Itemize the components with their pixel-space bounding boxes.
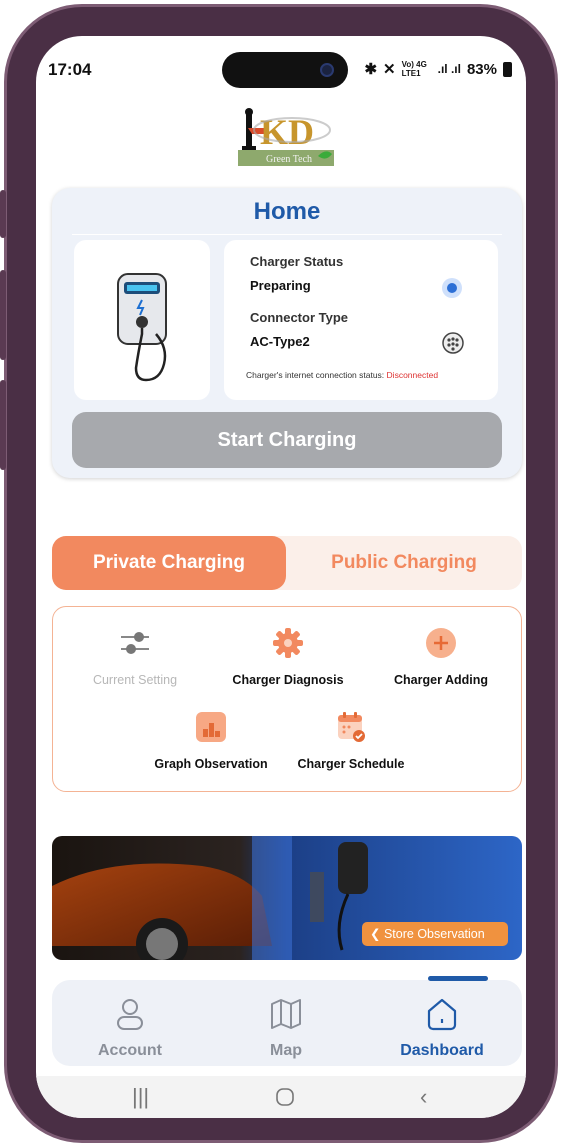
nav-label-map: Map <box>270 1042 302 1059</box>
feature-label: Charger Adding <box>394 673 488 687</box>
feature-label: Charger Diagnosis <box>232 673 344 687</box>
user-icon <box>112 996 148 1032</box>
status-dot-icon <box>442 278 462 298</box>
phone-side-button <box>0 380 6 470</box>
status-bar: 17:04 ✱ ✕ Vo) 4G LTE1 .ıl .ıl 83% <box>36 36 526 96</box>
dynamic-island <box>222 52 348 88</box>
connector-type-label: Connector Type <box>250 310 348 325</box>
system-navigation-bar: ||| ‹ <box>36 1076 526 1118</box>
tab-private-charging[interactable]: Private Charging <box>52 536 286 590</box>
charger-status-box: Charger Status Preparing Connector Type … <box>224 240 498 400</box>
status-time: 17:04 <box>48 60 92 79</box>
recent-apps-button[interactable]: ||| <box>132 1084 149 1110</box>
signal-icon: .ıl .ıl <box>437 62 461 76</box>
feature-charger-adding[interactable]: Charger Adding <box>371 627 511 687</box>
bottom-nav: Account Map Dashboard <box>52 976 522 1066</box>
charger-status-value: Preparing <box>250 278 311 293</box>
charger-image-box <box>74 240 210 400</box>
start-charging-button[interactable]: Start Charging <box>72 412 502 468</box>
nav-label-account: Account <box>98 1042 162 1059</box>
feature-label: Graph Observation <box>154 757 268 771</box>
internet-status-label: Charger's internet connection status: <box>246 370 385 380</box>
feature-label: Current Setting <box>92 673 178 687</box>
feature-label: Charger Schedule <box>297 757 405 771</box>
type2-connector-icon <box>442 332 464 354</box>
feature-current-setting[interactable]: Current Setting <box>65 627 205 687</box>
mute-icon: ✕ <box>383 61 396 78</box>
nav-item-account[interactable]: Account <box>52 980 208 1066</box>
feature-graph-observation[interactable]: Graph Observation <box>141 711 281 771</box>
company-logo: Green Tech KD <box>236 104 336 168</box>
bar-chart-icon <box>195 711 227 743</box>
battery-level: 83% <box>466 60 497 78</box>
store-observation-button[interactable]: ❮ Store Observation <box>362 922 508 946</box>
bluetooth-icon: ✱ <box>364 61 378 78</box>
back-button[interactable]: ‹ <box>420 1084 427 1110</box>
connector-type-value: AC-Type2 <box>250 334 310 349</box>
home-button[interactable] <box>274 1086 296 1114</box>
store-observation-label: Store Observation <box>383 927 485 941</box>
divider <box>72 234 502 235</box>
home-card: Home Charger Status Preparing Connector … <box>52 188 522 478</box>
logo-subtitle: Green Tech <box>266 154 312 165</box>
phone-side-button <box>0 190 6 238</box>
phone-side-button <box>0 270 6 360</box>
plus-circle-icon <box>425 627 457 659</box>
home-icon <box>424 996 460 1032</box>
internet-status: Charger's internet connection status: Di… <box>246 370 438 380</box>
map-icon <box>268 996 304 1032</box>
screen: 17:04 ✱ ✕ Vo) 4G LTE1 .ıl .ıl 83% Green … <box>36 36 526 1118</box>
home-title: Home <box>253 198 321 225</box>
feature-charger-schedule[interactable]: Charger Schedule <box>281 711 421 771</box>
internet-status-value: Disconnected <box>386 370 439 380</box>
charger-status-label: Charger Status <box>250 254 344 269</box>
camera-icon <box>320 63 334 77</box>
sliders-icon <box>119 627 151 659</box>
status-icons: ✱ ✕ Vo) 4G LTE1 .ıl .ıl 83% <box>364 60 512 78</box>
battery-icon <box>503 61 512 77</box>
nav-item-map[interactable]: Map <box>208 980 364 1066</box>
tab-public-charging[interactable]: Public Charging <box>286 536 522 590</box>
store-banner[interactable]: ❮ Store Observation <box>52 836 522 960</box>
calendar-check-icon <box>335 711 367 743</box>
feature-charger-diagnosis[interactable]: Charger Diagnosis <box>218 627 358 687</box>
features-panel: Current Setting Charger Diagnosis Charge… <box>52 606 522 792</box>
ev-charger-icon <box>117 273 167 382</box>
network-label: Vo) 4G LTE1 <box>401 60 427 78</box>
nav-item-dashboard[interactable]: Dashboard <box>364 980 520 1066</box>
gear-icon <box>272 627 304 659</box>
nav-label-dashboard: Dashboard <box>400 1042 484 1059</box>
chevron-left-icon: ❮ <box>370 927 381 941</box>
charging-tabs: Private Charging Public Charging <box>52 536 522 590</box>
